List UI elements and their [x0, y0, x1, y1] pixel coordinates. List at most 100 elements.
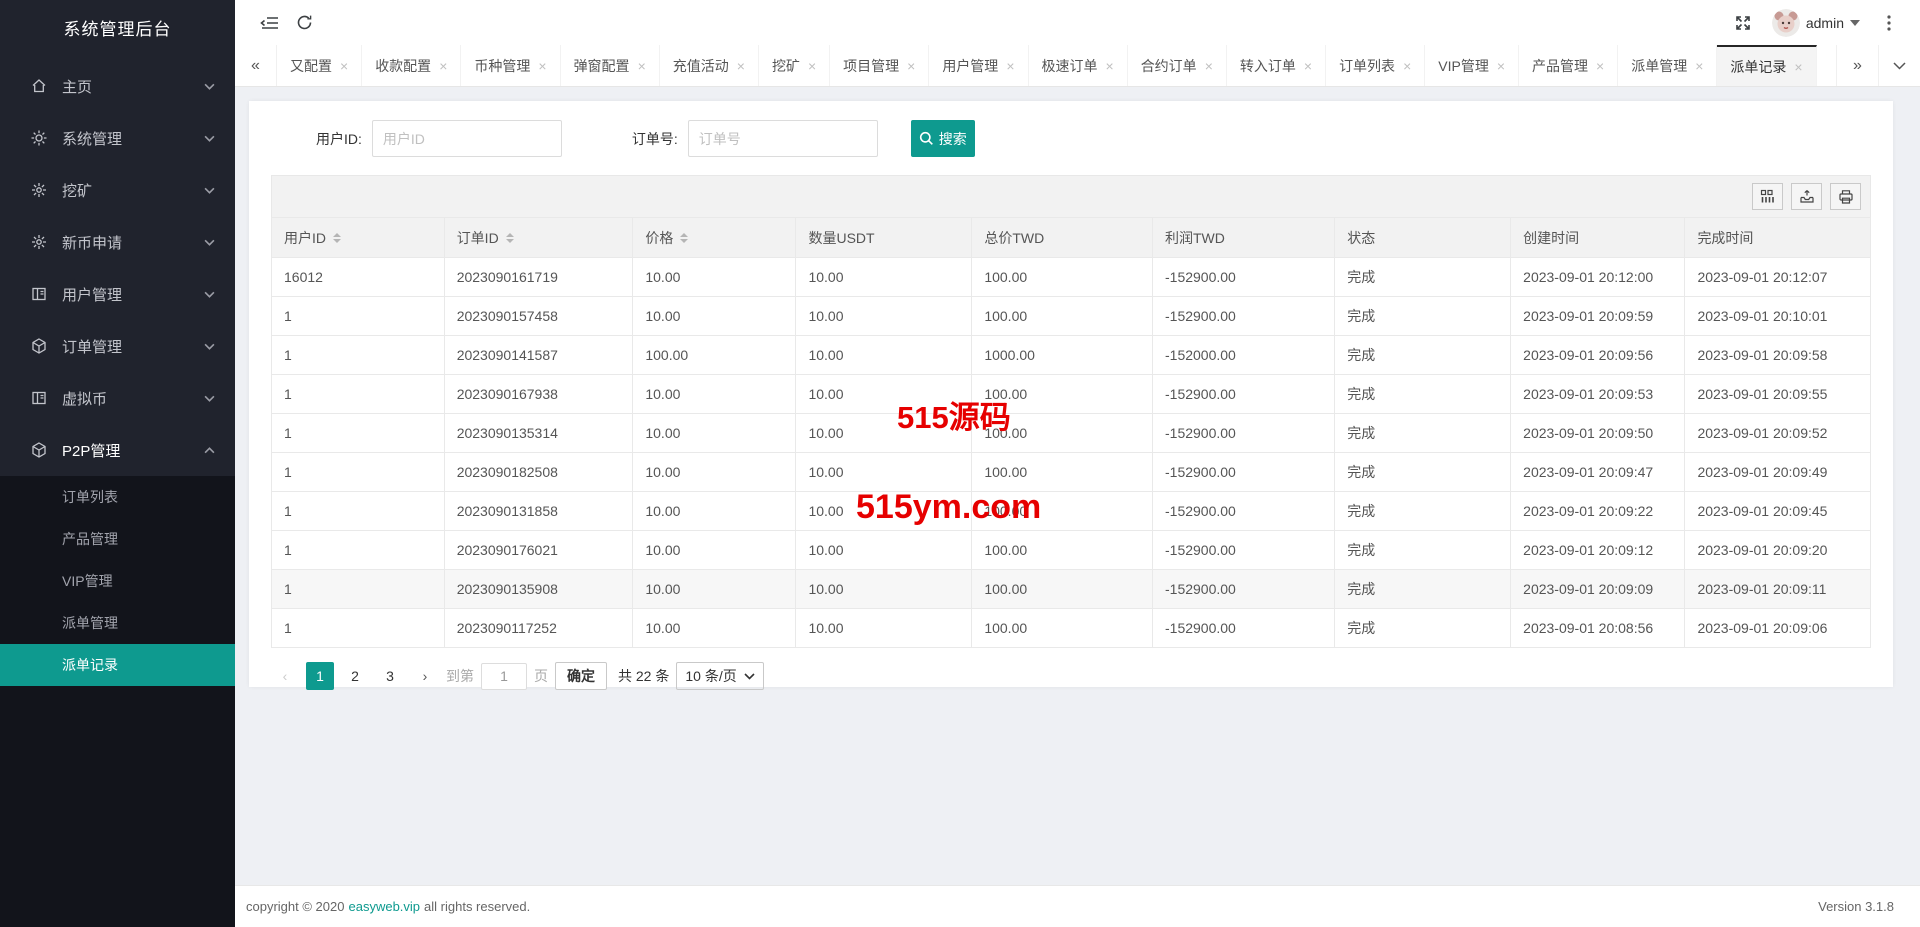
- goto-confirm-button[interactable]: 确定: [555, 662, 607, 690]
- page-1[interactable]: 1: [306, 662, 334, 690]
- user-menu[interactable]: admin: [1772, 9, 1860, 37]
- tabs-scroll-right-icon[interactable]: »: [1836, 45, 1878, 86]
- sidebar-item-crypto[interactable]: 虚拟币: [0, 372, 235, 424]
- cell: 2023-09-01 20:08:56: [1511, 609, 1685, 648]
- cell: 1: [272, 531, 445, 570]
- tab-clipped-config[interactable]: 又配置×: [277, 45, 362, 86]
- cell: 2023-09-01 20:09:47: [1511, 453, 1685, 492]
- close-icon[interactable]: ×: [439, 58, 447, 74]
- tab-order-list[interactable]: 订单列表×: [1326, 45, 1425, 86]
- page-prev-icon[interactable]: ‹: [271, 662, 299, 690]
- close-icon[interactable]: ×: [907, 58, 915, 74]
- close-icon[interactable]: ×: [1006, 58, 1014, 74]
- sort-icon[interactable]: [680, 233, 688, 243]
- tab-fast-order[interactable]: 极速订单×: [1029, 45, 1128, 86]
- tab-dispatch-mgmt[interactable]: 派单管理×: [1618, 45, 1717, 86]
- page-2[interactable]: 2: [341, 662, 369, 690]
- user-id-input[interactable]: [372, 120, 562, 157]
- tab-project-mgmt[interactable]: 项目管理×: [830, 45, 929, 86]
- cell: -152900.00: [1153, 453, 1335, 492]
- tab-contract-order[interactable]: 合约订单×: [1128, 45, 1227, 86]
- app-title: 系统管理后台: [0, 0, 235, 60]
- sidebar-item-orders[interactable]: 订单管理: [0, 320, 235, 372]
- kebab-menu-icon[interactable]: [1872, 6, 1906, 40]
- table-row: 1202309017602110.0010.00100.00-152900.00…: [272, 531, 1871, 570]
- collapse-menu-icon[interactable]: [253, 6, 287, 40]
- tab-dispatch-records[interactable]: 派单记录×: [1717, 45, 1816, 86]
- sort-icon[interactable]: [506, 233, 514, 243]
- refresh-icon[interactable]: [287, 6, 321, 40]
- tab-vip-mgmt[interactable]: VIP管理×: [1425, 45, 1519, 86]
- col-finished-at: 完成时间: [1685, 218, 1871, 258]
- order-no-label: 订单号:: [632, 129, 678, 149]
- page-size-select[interactable]: 10 条/页: [676, 662, 763, 690]
- sidebar-item-home[interactable]: 主页: [0, 60, 235, 112]
- page-next-icon[interactable]: ›: [411, 662, 439, 690]
- close-icon[interactable]: ×: [1497, 58, 1505, 74]
- cell: 2023-09-01 20:09:11: [1685, 570, 1871, 609]
- close-icon[interactable]: ×: [538, 58, 546, 74]
- tab-user-mgmt[interactable]: 用户管理×: [929, 45, 1028, 86]
- user-id-label: 用户ID:: [316, 129, 362, 149]
- close-icon[interactable]: ×: [1205, 58, 1213, 74]
- close-icon[interactable]: ×: [638, 58, 646, 74]
- sidebar-item-users[interactable]: 用户管理: [0, 268, 235, 320]
- cell: 2023-09-01 20:10:01: [1685, 297, 1871, 336]
- tabs-scroll-left-icon[interactable]: «: [235, 45, 277, 86]
- cell: 2023-09-01 20:09:09: [1511, 570, 1685, 609]
- submenu-item-dispatch-mgmt[interactable]: 派单管理: [0, 602, 235, 644]
- tabbar: « 又配置× 收款配置× 币种管理× 弹窗配置× 充值活动× 挖矿× 项目管理×…: [235, 45, 1920, 87]
- sidebar-item-label: 系统管理: [62, 128, 122, 149]
- cell: 2023-09-01 20:09:50: [1511, 414, 1685, 453]
- chevron-down-icon: [204, 187, 215, 194]
- cell: 10.00: [796, 609, 972, 648]
- goto-page-input[interactable]: [481, 663, 527, 690]
- tab-recharge-activity[interactable]: 充值活动×: [660, 45, 759, 86]
- close-icon[interactable]: ×: [340, 58, 348, 74]
- status-cell: 完成: [1335, 336, 1511, 375]
- submenu-item-order-list[interactable]: 订单列表: [0, 476, 235, 518]
- close-icon[interactable]: ×: [1106, 58, 1114, 74]
- sidebar-item-mining[interactable]: 挖矿: [0, 164, 235, 216]
- tab-coin-mgmt[interactable]: 币种管理×: [461, 45, 560, 86]
- close-icon[interactable]: ×: [808, 58, 816, 74]
- fullscreen-icon[interactable]: [1726, 6, 1760, 40]
- order-no-input[interactable]: [688, 120, 878, 157]
- search-button[interactable]: 搜索: [911, 120, 975, 157]
- export-icon[interactable]: [1791, 183, 1822, 210]
- close-icon[interactable]: ×: [1695, 58, 1703, 74]
- cell: 2023090135908: [444, 570, 633, 609]
- col-price[interactable]: 价格: [633, 218, 796, 258]
- close-icon[interactable]: ×: [737, 58, 745, 74]
- close-icon[interactable]: ×: [1794, 59, 1802, 75]
- submenu-item-dispatch-records[interactable]: 派单记录: [0, 644, 235, 686]
- close-icon[interactable]: ×: [1304, 58, 1312, 74]
- cell: 1: [272, 570, 445, 609]
- tabs-dropdown-icon[interactable]: [1878, 45, 1920, 86]
- submenu-item-product-mgmt[interactable]: 产品管理: [0, 518, 235, 560]
- users-icon: [30, 285, 48, 303]
- tab-mining[interactable]: 挖矿×: [759, 45, 830, 86]
- cell: 1: [272, 609, 445, 648]
- page-3[interactable]: 3: [376, 662, 404, 690]
- tab-transfer-order[interactable]: 转入订单×: [1227, 45, 1326, 86]
- close-icon[interactable]: ×: [1403, 58, 1411, 74]
- sidebar-item-new-coin[interactable]: 新币申请: [0, 216, 235, 268]
- cell: 16012: [272, 258, 445, 297]
- cell: 10.00: [633, 453, 796, 492]
- sidebar-item-system[interactable]: 系统管理: [0, 112, 235, 164]
- easyweb-link[interactable]: easyweb.vip: [348, 899, 420, 914]
- sidebar-item-p2p[interactable]: P2P管理: [0, 424, 235, 476]
- tab-product-mgmt[interactable]: 产品管理×: [1519, 45, 1618, 86]
- table-row: 1202309011725210.0010.00100.00-152900.00…: [272, 609, 1871, 648]
- columns-icon[interactable]: [1752, 183, 1783, 210]
- sort-icon[interactable]: [333, 233, 341, 243]
- close-icon[interactable]: ×: [1596, 58, 1604, 74]
- tab-payment-config[interactable]: 收款配置×: [362, 45, 461, 86]
- cell: 10.00: [796, 297, 972, 336]
- print-icon[interactable]: [1830, 183, 1861, 210]
- col-order-id[interactable]: 订单ID: [444, 218, 633, 258]
- submenu-item-vip-mgmt[interactable]: VIP管理: [0, 560, 235, 602]
- tab-popup-config[interactable]: 弹窗配置×: [561, 45, 660, 86]
- col-user-id[interactable]: 用户ID: [272, 218, 445, 258]
